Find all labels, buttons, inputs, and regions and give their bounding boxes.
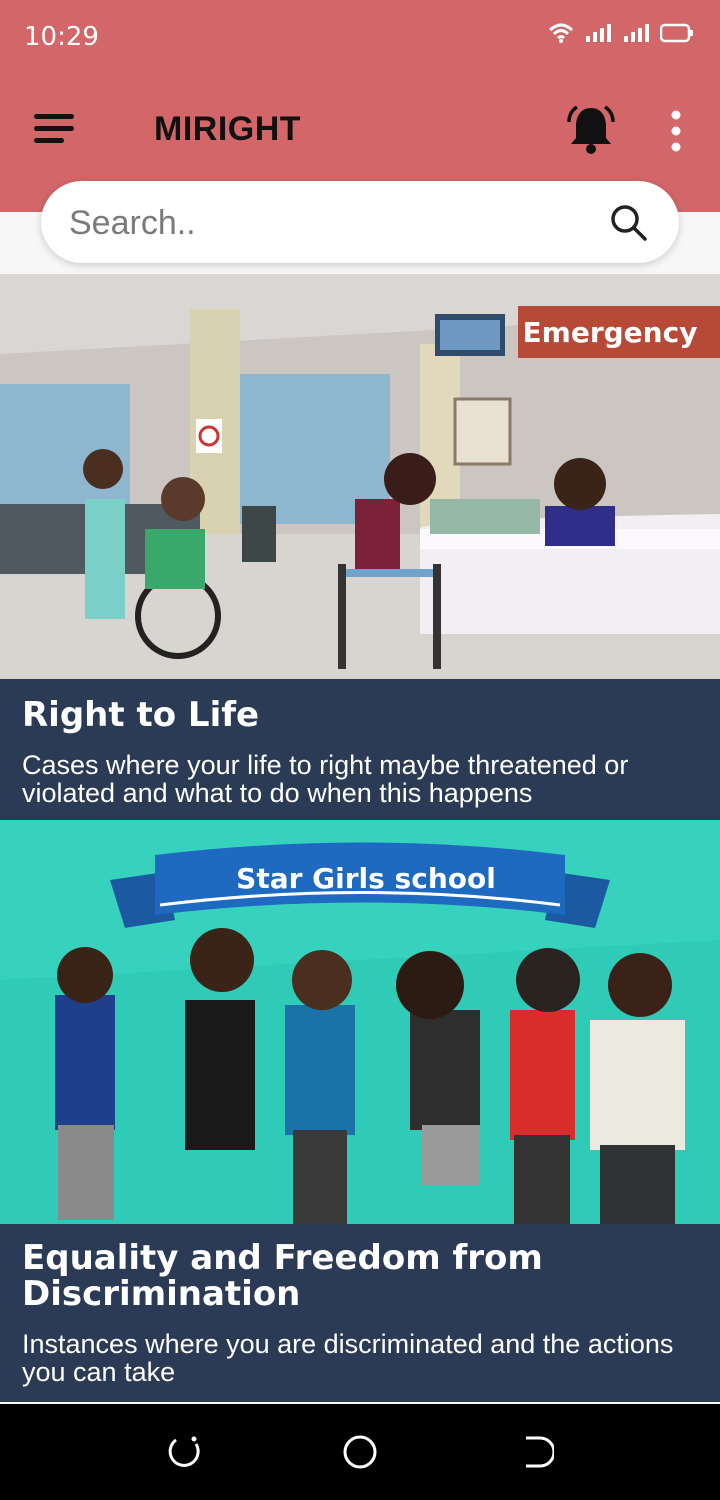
notification-bell-icon[interactable] [563, 102, 619, 158]
hospital-illustration: Emergency [0, 274, 720, 679]
card-caption: Equality and Freedom from Discrimination… [0, 1224, 720, 1402]
wifi-icon [548, 23, 574, 43]
card-description: Cases where your life to right maybe thr… [22, 750, 629, 808]
status-bar: 10:29 [0, 0, 720, 76]
hamburger-menu-icon[interactable] [34, 112, 76, 146]
more-options-icon[interactable] [666, 110, 686, 152]
card-equality-and-freedom[interactable]: Star Girls school Equality and Freedom f… [0, 820, 720, 1402]
status-icons [548, 22, 694, 44]
home-icon[interactable] [342, 1434, 378, 1470]
card-description: Instances where you are discriminated an… [22, 1329, 674, 1387]
card-image-star-girls: Star Girls school [0, 820, 720, 1224]
search-icon[interactable] [609, 203, 649, 243]
app-title: MIRIGHT [154, 110, 302, 148]
star-girls-banner-text: Star Girls school [236, 862, 496, 895]
signal-icon-2 [624, 24, 649, 42]
card-title: Right to Life [22, 695, 260, 735]
star-girls-illustration: Star Girls school [0, 820, 720, 1224]
search-bar[interactable] [41, 181, 679, 263]
battery-icon [660, 23, 693, 43]
recent-apps-icon[interactable] [166, 1434, 202, 1470]
card-image-hospital: Emergency [0, 274, 720, 679]
card-right-to-life[interactable]: Emergency Right to Life Cases where your… [0, 274, 720, 820]
emergency-sign-text: Emergency [523, 316, 698, 349]
signal-icon [586, 24, 611, 42]
system-navigation-bar [0, 1404, 720, 1500]
search-input[interactable] [67, 199, 591, 247]
card-caption: Right to Life Cases where your life to r… [0, 679, 720, 820]
status-time: 10:29 [24, 22, 99, 52]
back-icon[interactable] [518, 1434, 554, 1470]
card-title: Equality and Freedom from Discrimination [22, 1238, 543, 1314]
